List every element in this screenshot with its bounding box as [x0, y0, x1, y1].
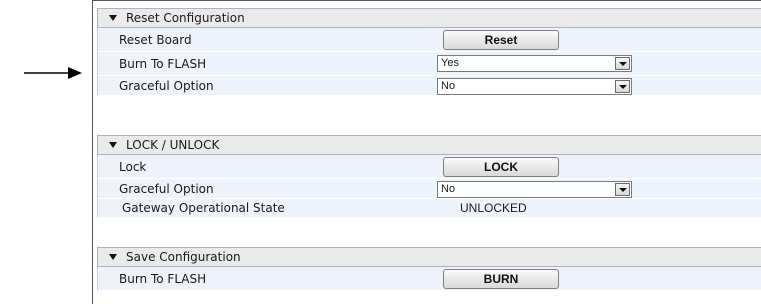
- gateway-state-row: Gateway Operational State UNLOCKED: [97, 199, 761, 218]
- burn-to-flash-value: Yes: [441, 57, 459, 69]
- section-title: Reset Configuration: [126, 11, 245, 25]
- dropdown-arrow-icon[interactable]: [615, 80, 630, 93]
- lock-button[interactable]: LOCK: [443, 157, 559, 177]
- burn-button[interactable]: BURN: [443, 269, 559, 289]
- dropdown-arrow-icon[interactable]: [615, 57, 630, 70]
- burn-to-flash-label: Burn To FLASH: [119, 271, 207, 286]
- gateway-state-label: Gateway Operational State: [122, 201, 285, 215]
- dropdown-arrow-icon[interactable]: [615, 183, 630, 196]
- graceful-option-label: Graceful Option: [119, 78, 214, 93]
- burn-to-flash-select[interactable]: Yes: [437, 55, 632, 72]
- collapse-triangle-icon[interactable]: [109, 15, 117, 21]
- collapse-triangle-icon[interactable]: [109, 142, 117, 148]
- configuration-panel: Reset Configuration Reset Board Reset Bu…: [92, 0, 761, 304]
- section-title: Save Configuration: [126, 250, 241, 264]
- pointer-arrow-icon: [24, 67, 82, 79]
- reset-configuration-header[interactable]: Reset Configuration: [97, 8, 761, 28]
- burn-to-flash-label: Burn To FLASH: [119, 56, 207, 71]
- reset-button[interactable]: Reset: [443, 30, 559, 50]
- save-burn-row: Burn To FLASH BURN: [97, 267, 761, 291]
- burn-to-flash-row: Burn To FLASH Yes: [97, 52, 761, 76]
- save-configuration-header[interactable]: Save Configuration: [97, 247, 761, 267]
- reset-configuration-section: Reset Configuration Reset Board Reset Bu…: [97, 8, 761, 96]
- gateway-state-value: UNLOCKED: [460, 201, 527, 215]
- graceful-option-select[interactable]: No: [437, 78, 632, 95]
- section-title: LOCK / UNLOCK: [126, 138, 220, 152]
- collapse-triangle-icon[interactable]: [109, 254, 117, 260]
- save-configuration-section: Save Configuration Burn To FLASH BURN: [97, 247, 761, 291]
- graceful-option-value: No: [441, 80, 456, 92]
- graceful-option-row: Graceful Option No: [97, 179, 761, 199]
- lock-label: Lock: [119, 159, 147, 174]
- reset-board-label: Reset Board: [119, 32, 192, 47]
- lock-row: Lock LOCK: [97, 155, 761, 179]
- graceful-option-row: Graceful Option No: [97, 76, 761, 96]
- lock-unlock-section: LOCK / UNLOCK Lock LOCK Graceful Option …: [97, 135, 761, 218]
- graceful-option-select[interactable]: No: [437, 181, 632, 198]
- lock-unlock-header[interactable]: LOCK / UNLOCK: [97, 135, 761, 155]
- graceful-option-value: No: [441, 183, 456, 195]
- graceful-option-label: Graceful Option: [119, 181, 214, 196]
- reset-board-row: Reset Board Reset: [97, 28, 761, 52]
